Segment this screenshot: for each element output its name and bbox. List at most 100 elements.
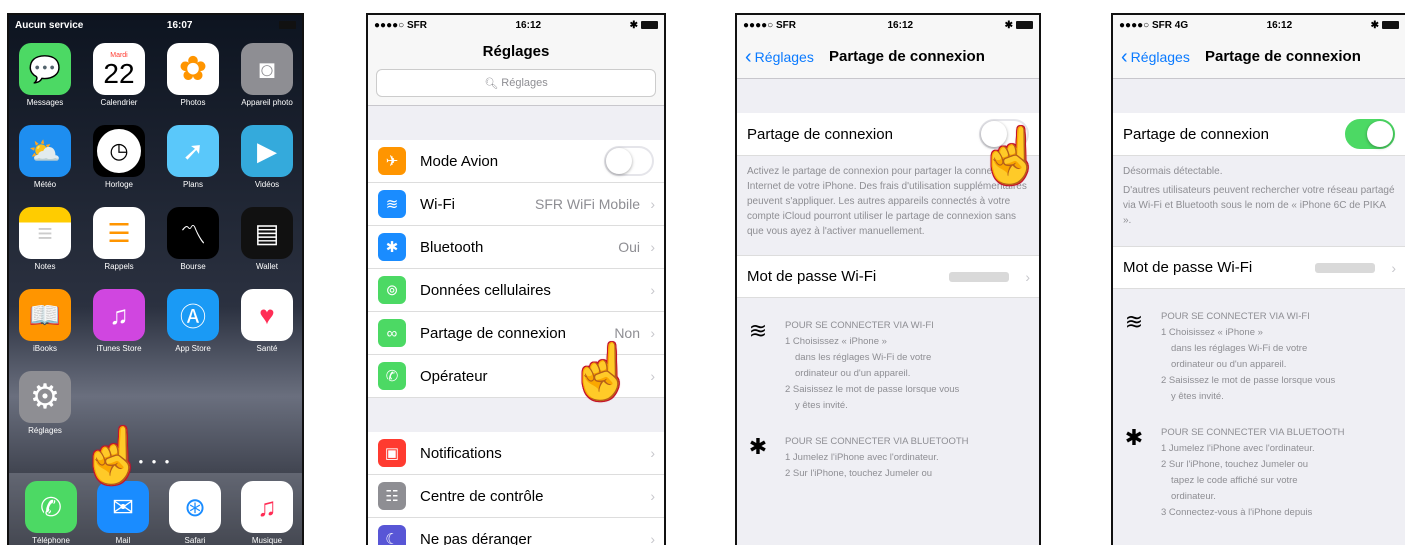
phone-icon: ✆ (25, 481, 77, 533)
settings-row-cellular[interactable]: ⊚ Données cellulaires › (368, 269, 664, 312)
reminders-icon: ☰ (93, 207, 145, 259)
bluetooth-status-icon: ✱ (1370, 19, 1379, 31)
app-phone[interactable]: ✆ Téléphone (25, 481, 77, 545)
page-title: Partage de connexion (829, 48, 985, 65)
app-maps[interactable]: ➚ Plans (167, 125, 219, 189)
page-title: Réglages (368, 35, 664, 69)
chevron-right-icon: › (650, 531, 655, 545)
time-label: 16:07 (166, 19, 193, 31)
app-reminders[interactable]: ☰ Rappels (93, 207, 145, 271)
battery-icon (278, 21, 296, 29)
app-settings[interactable]: ⚙ Réglages (19, 371, 71, 435)
itunes-icon: ♫ (93, 289, 145, 341)
settings-row-do-not-disturb[interactable]: ☾ Ne pas déranger › (368, 518, 664, 545)
settings-gear-icon: ⚙ (19, 371, 71, 423)
bluetooth-icon: ✱ (748, 434, 768, 459)
tap-hand-icon: ☝ (79, 426, 147, 486)
settings-row-notifications[interactable]: ▣ Notifications › (368, 432, 664, 475)
chevron-left-icon: ‹ (1121, 45, 1128, 68)
music-icon: ♫ (241, 481, 293, 533)
app-clock[interactable]: ◷ Horloge (93, 125, 145, 189)
app-safari[interactable]: ⊛ Safari (169, 481, 221, 545)
wifi-instructions: ≋ POUR SE CONNECTER VIA WI-FI 1 Choisisse… (1113, 299, 1405, 415)
wifi-icon: ≋ (378, 190, 406, 218)
app-calendar[interactable]: Mardi 22 Calendrier (93, 43, 145, 107)
hotspot-on-phone: ●●●●○ SFR 4G 16:12 ✱ ‹ Réglages Partage d… (1111, 13, 1405, 545)
settings-row-control-center[interactable]: ☷ Centre de contrôle › (368, 475, 664, 518)
dock: ✆ Téléphone ✉ Mail ⊛ Safari ♫ Musique (9, 473, 302, 545)
app-health[interactable]: ♥ Santé (241, 289, 293, 353)
notifications-icon: ▣ (378, 439, 406, 467)
status-bar: Aucun service 16:07 (9, 15, 302, 35)
moon-icon: ☾ (378, 525, 406, 545)
hotspot-toggle[interactable] (1345, 119, 1395, 149)
page-title: Partage de connexion (1205, 48, 1361, 65)
camera-icon: ◙ (241, 43, 293, 95)
nav-bar: ‹ Réglages Partage de connexion (1113, 35, 1405, 79)
battery-icon (1015, 20, 1033, 29)
app-notes[interactable]: ≡ Notes (19, 207, 71, 271)
chevron-left-icon: ‹ (745, 45, 752, 68)
status-bar: ●●●●○ SFR 16:12 ✱ (368, 15, 664, 35)
app-app-store[interactable]: Ⓐ App Store (167, 289, 219, 353)
settings-row-bluetooth[interactable]: ✱ Bluetooth Oui › (368, 226, 664, 269)
weather-icon: ⛅ (19, 125, 71, 177)
app-wallet[interactable]: ▤ Wallet (241, 207, 293, 271)
airplane-icon: ✈ (378, 147, 406, 175)
wallet-icon: ▤ (241, 207, 293, 259)
phone-icon: ✆ (378, 362, 406, 390)
search-input[interactable]: 🔍︎ Réglages (376, 69, 656, 97)
messages-icon: 💬 (19, 43, 71, 95)
password-value (949, 271, 1009, 282)
app-weather[interactable]: ⛅ Météo (19, 125, 71, 189)
hotspot-toggle-row[interactable]: Partage de connexion (1113, 113, 1405, 156)
app-camera[interactable]: ◙ Appareil photo (241, 43, 293, 107)
back-button[interactable]: ‹ Réglages (745, 45, 814, 68)
wifi-password-row[interactable]: Mot de passe Wi-Fi › (1113, 246, 1405, 289)
chevron-right-icon: › (650, 282, 655, 298)
app-ibooks[interactable]: 📖 iBooks (19, 289, 71, 353)
photos-icon: ✿ (167, 43, 219, 95)
chevron-right-icon: › (650, 239, 655, 255)
wifi-password-row[interactable]: Mot de passe Wi-Fi › (737, 255, 1039, 298)
app-photos[interactable]: ✿ Photos (167, 43, 219, 107)
battery-icon (640, 20, 658, 29)
app-mail[interactable]: ✉ Mail (97, 481, 149, 545)
page-indicator: ● ● ● (138, 457, 173, 466)
notes-icon: ≡ (19, 207, 71, 259)
search-icon: 🔍︎ (484, 77, 499, 90)
wifi-icon: ≋ (1124, 309, 1144, 334)
chevron-right-icon: › (1391, 259, 1396, 276)
app-messages[interactable]: 💬 Messages (19, 43, 71, 107)
bluetooth-icon: ✱ (1124, 425, 1144, 450)
settings-row-wifi[interactable]: ≋ Wi-Fi SFR WiFi Mobile › (368, 183, 664, 226)
videos-icon: ▶ (241, 125, 293, 177)
antenna-icon: ⊚ (378, 276, 406, 304)
chevron-right-icon: › (650, 325, 655, 341)
tap-hand-icon: ☝ (977, 126, 1041, 186)
settings-row-airplane[interactable]: ✈ Mode Avion (368, 140, 664, 183)
carrier-label: Aucun service (15, 19, 84, 31)
wifi-icon: ≋ (748, 318, 768, 343)
app-music[interactable]: ♫ Musique (241, 481, 293, 545)
bluetooth-status-icon: ✱ (629, 19, 638, 31)
password-value (1315, 262, 1375, 273)
battery-icon (1381, 20, 1399, 29)
app-videos[interactable]: ▶ Vidéos (241, 125, 293, 189)
status-bar: ●●●●○ SFR 16:12 ✱ (737, 15, 1039, 35)
settings-phone: ●●●●○ SFR 16:12 ✱ Réglages 🔍︎ Réglages ✈… (366, 13, 666, 545)
chevron-right-icon: › (650, 368, 655, 384)
stocks-icon: 〽 (167, 207, 219, 259)
health-icon: ♥ (241, 289, 293, 341)
airplane-toggle[interactable] (604, 146, 654, 176)
back-button[interactable]: ‹ Réglages (1121, 45, 1190, 68)
app-itunes-store[interactable]: ♫ iTunes Store (93, 289, 145, 353)
maps-icon: ➚ (167, 125, 219, 177)
mail-icon: ✉ (97, 481, 149, 533)
nav-bar: ‹ Réglages Partage de connexion (737, 35, 1039, 79)
bluetooth-instructions: ✱ POUR SE CONNECTER VIA BLUETOOTH 1 Jumel… (1113, 415, 1405, 531)
bluetooth-status-icon: ✱ (1004, 19, 1013, 31)
app-stocks[interactable]: 〽 Bourse (167, 207, 219, 271)
ibooks-icon: 📖 (19, 289, 71, 341)
status-bar: ●●●●○ SFR 4G 16:12 ✱ (1113, 15, 1405, 35)
